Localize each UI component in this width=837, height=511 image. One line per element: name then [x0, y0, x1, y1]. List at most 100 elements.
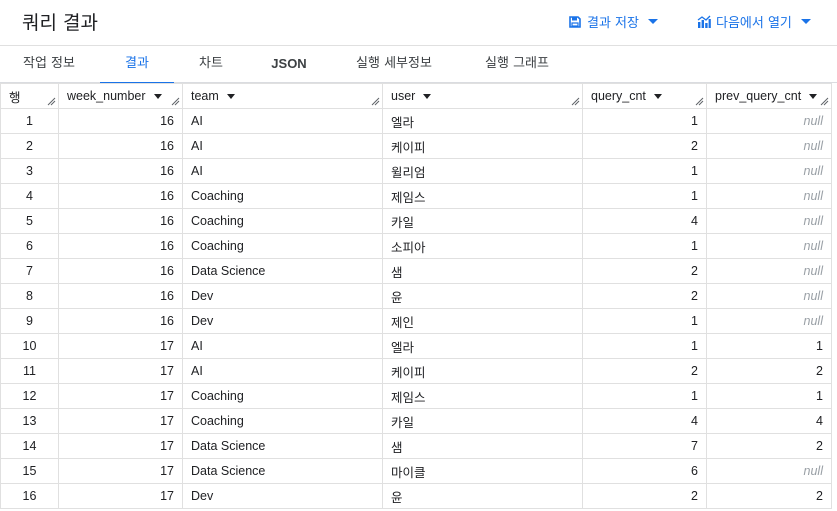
table-row: 7 16 Data Science 샘 2 null — [0, 258, 832, 284]
row-number-cell: 5 — [0, 208, 59, 234]
sort-arrow-icon[interactable] — [809, 93, 818, 99]
week-number-cell: 16 — [58, 308, 183, 334]
row-number-cell: 14 — [0, 433, 59, 459]
query-cnt-cell: 2 — [582, 258, 707, 284]
query-cnt-cell: 1 — [582, 308, 707, 334]
tab-results[interactable]: 결과 — [100, 46, 174, 84]
week-number-cell: 17 — [58, 383, 183, 409]
results-header: 쿼리 결과 결과 저장 다음에서 열기 — [0, 0, 837, 46]
prev-query-cnt-cell: null — [706, 258, 832, 284]
prev-query-cnt-cell: null — [706, 208, 832, 234]
column-header-label: team — [191, 89, 219, 104]
team-cell: Coaching — [182, 208, 383, 234]
user-cell: 윌리엄 — [382, 158, 583, 184]
prev-query-cnt-cell: 4 — [706, 408, 832, 434]
sort-arrow-icon[interactable] — [423, 93, 432, 99]
column-header-label: user — [391, 89, 416, 104]
results-grid: 행 week_number team user query_cnt prev_q… — [0, 83, 837, 511]
prev-query-cnt-cell: 1 — [706, 383, 832, 409]
column-header-team[interactable]: team — [182, 83, 383, 109]
team-cell: AI — [182, 108, 383, 134]
row-number-cell: 13 — [0, 408, 59, 434]
query-cnt-cell: 1 — [582, 158, 707, 184]
week-number-cell: 16 — [58, 108, 183, 134]
table-row: 6 16 Coaching 소피아 1 null — [0, 233, 832, 259]
team-cell: Data Science — [182, 458, 383, 484]
week-number-cell: 16 — [58, 258, 183, 284]
query-cnt-cell: 1 — [582, 183, 707, 209]
column-header-label: week_number — [67, 89, 146, 104]
table-row: 11 17 AI 케이피 2 2 — [0, 358, 832, 384]
week-number-cell: 16 — [58, 233, 183, 259]
team-cell: Data Science — [182, 258, 383, 284]
user-cell: 소피아 — [382, 233, 583, 259]
column-header-week-number[interactable]: week_number — [58, 83, 183, 109]
tab-execution-details[interactable]: 실행 세부정보 — [342, 46, 446, 83]
chart-icon — [697, 15, 711, 28]
week-number-cell: 16 — [58, 133, 183, 159]
query-cnt-cell: 2 — [582, 133, 707, 159]
prev-query-cnt-cell: 2 — [706, 433, 832, 459]
week-number-cell: 16 — [58, 283, 183, 309]
week-number-cell: 16 — [58, 158, 183, 184]
resize-handle-icon[interactable] — [171, 97, 180, 106]
open-in-button[interactable]: 다음에서 열기 — [697, 12, 811, 31]
table-row: 15 17 Data Science 마이클 6 null — [0, 458, 832, 484]
row-number-cell: 16 — [0, 483, 59, 509]
tab-execution-graph[interactable]: 실행 그래프 — [470, 46, 564, 83]
user-cell: 샘 — [382, 433, 583, 459]
column-header-prev-query-cnt[interactable]: prev_query_cnt — [706, 83, 832, 109]
prev-query-cnt-cell: null — [706, 308, 832, 334]
row-number-cell: 8 — [0, 283, 59, 309]
tab-job-info[interactable]: 작업 정보 — [8, 46, 90, 83]
week-number-cell: 17 — [58, 358, 183, 384]
table-row: 4 16 Coaching 제임스 1 null — [0, 183, 832, 209]
query-cnt-cell: 1 — [582, 233, 707, 259]
team-cell: Dev — [182, 283, 383, 309]
row-number-cell: 6 — [0, 233, 59, 259]
table-row: 12 17 Coaching 제임스 1 1 — [0, 383, 832, 409]
open-in-label: 다음에서 열기 — [716, 16, 792, 31]
team-cell: AI — [182, 333, 383, 359]
prev-query-cnt-cell: 2 — [706, 483, 832, 509]
column-header-user[interactable]: user — [382, 83, 583, 109]
user-cell: 카일 — [382, 408, 583, 434]
resize-handle-icon[interactable] — [571, 97, 580, 106]
table-row: 2 16 AI 케이피 2 null — [0, 133, 832, 159]
query-cnt-cell: 2 — [582, 283, 707, 309]
prev-query-cnt-cell: null — [706, 108, 832, 134]
resize-handle-icon[interactable] — [47, 97, 56, 106]
column-header-label: query_cnt — [591, 89, 646, 104]
resize-handle-icon[interactable] — [371, 97, 380, 106]
tab-json[interactable]: JSON — [258, 46, 320, 83]
table-row: 13 17 Coaching 카일 4 4 — [0, 408, 832, 434]
user-cell: 엘라 — [382, 108, 583, 134]
prev-query-cnt-cell: null — [706, 233, 832, 259]
row-number-cell: 1 — [0, 108, 59, 134]
team-cell: Data Science — [182, 433, 383, 459]
user-cell: 윤 — [382, 483, 583, 509]
resize-handle-icon[interactable] — [820, 97, 829, 106]
week-number-cell: 17 — [58, 483, 183, 509]
team-cell: Coaching — [182, 183, 383, 209]
row-number-cell: 7 — [0, 258, 59, 284]
team-cell: Coaching — [182, 383, 383, 409]
sort-arrow-icon[interactable] — [653, 93, 662, 99]
row-number-cell: 15 — [0, 458, 59, 484]
sort-arrow-icon[interactable] — [153, 93, 162, 99]
column-header-label: 행 — [9, 90, 21, 105]
resize-handle-icon[interactable] — [695, 97, 704, 106]
user-cell: 엘라 — [382, 333, 583, 359]
sort-arrow-icon[interactable] — [226, 93, 235, 99]
column-header-query-cnt[interactable]: query_cnt — [582, 83, 707, 109]
week-number-cell: 16 — [58, 183, 183, 209]
column-header-row-number[interactable]: 행 — [0, 83, 59, 109]
tab-chart[interactable]: 차트 — [184, 46, 238, 83]
table-row: 16 17 Dev 윤 2 2 — [0, 483, 832, 509]
team-cell: Coaching — [182, 408, 383, 434]
query-cnt-cell: 1 — [582, 333, 707, 359]
week-number-cell: 17 — [58, 458, 183, 484]
save-results-button[interactable]: 결과 저장 — [568, 12, 658, 31]
week-number-cell: 16 — [58, 208, 183, 234]
team-cell: AI — [182, 133, 383, 159]
